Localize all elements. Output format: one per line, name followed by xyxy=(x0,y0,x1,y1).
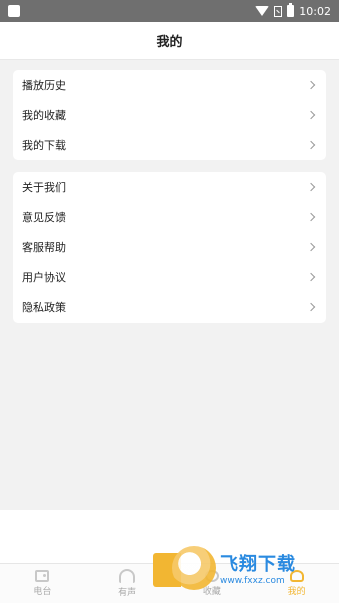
watermark-text: 飞翔下载 www.fxxz.com xyxy=(220,550,296,586)
page-header: 我的 xyxy=(0,22,339,60)
menu-item-label: 意见反馈 xyxy=(22,211,66,224)
menu-item-favorites[interactable]: 我的收藏 xyxy=(13,100,326,130)
chevron-right-icon xyxy=(306,140,316,150)
menu-item-user-agreement[interactable]: 用户协议 xyxy=(13,262,326,292)
watermark-title: 飞翔下载 xyxy=(220,554,296,575)
watermark: 飞翔下载 www.fxxz.com xyxy=(172,540,336,596)
chevron-right-icon xyxy=(306,182,316,192)
chevron-right-icon xyxy=(306,272,316,282)
chevron-right-icon xyxy=(306,212,316,222)
watermark-logo-icon xyxy=(172,546,216,590)
menu-card-primary: 播放历史 我的收藏 我的下载 xyxy=(13,70,326,160)
tab-label: 有声 xyxy=(118,588,137,598)
menu-item-privacy-policy[interactable]: 隐私政策 xyxy=(13,292,326,322)
menu-item-label: 客服帮助 xyxy=(22,241,66,254)
headphone-icon xyxy=(119,569,136,583)
battery-icon xyxy=(287,3,295,17)
tab-radio[interactable]: 电台 xyxy=(0,564,85,603)
tab-label: 电台 xyxy=(33,587,52,597)
chevron-right-icon xyxy=(306,242,316,252)
menu-item-customer-help[interactable]: 客服帮助 xyxy=(13,232,326,262)
status-time: 10:02 xyxy=(299,4,331,18)
chevron-right-icon xyxy=(306,302,316,312)
menu-item-about-us[interactable]: 关于我们 xyxy=(13,172,326,202)
watermark-url: www.fxxz.com xyxy=(220,576,285,586)
chevron-right-icon xyxy=(306,110,316,120)
wifi-icon xyxy=(255,6,270,16)
menu-card-secondary: 关于我们 意见反馈 客服帮助 用户协议 隐私政策 xyxy=(13,172,326,323)
chevron-right-icon xyxy=(306,80,316,90)
notification-icon xyxy=(8,5,20,17)
menu-item-label: 用户协议 xyxy=(22,271,66,284)
menu-item-play-history[interactable]: 播放历史 xyxy=(13,70,326,100)
page-title: 我的 xyxy=(156,35,183,50)
menu-item-label: 隐私政策 xyxy=(22,301,66,314)
menu-item-feedback[interactable]: 意见反馈 xyxy=(13,202,326,232)
menu-item-downloads[interactable]: 我的下载 xyxy=(13,130,326,160)
status-icons: 10:02 xyxy=(255,3,331,19)
radio-icon xyxy=(35,570,50,582)
status-bar: 10:02 xyxy=(0,0,339,22)
menu-item-label: 播放历史 xyxy=(22,79,66,92)
menu-item-label: 关于我们 xyxy=(22,181,66,194)
menu-item-label: 我的收藏 xyxy=(22,109,66,122)
no-sim-icon xyxy=(274,5,283,17)
menu-item-label: 我的下载 xyxy=(22,139,66,152)
